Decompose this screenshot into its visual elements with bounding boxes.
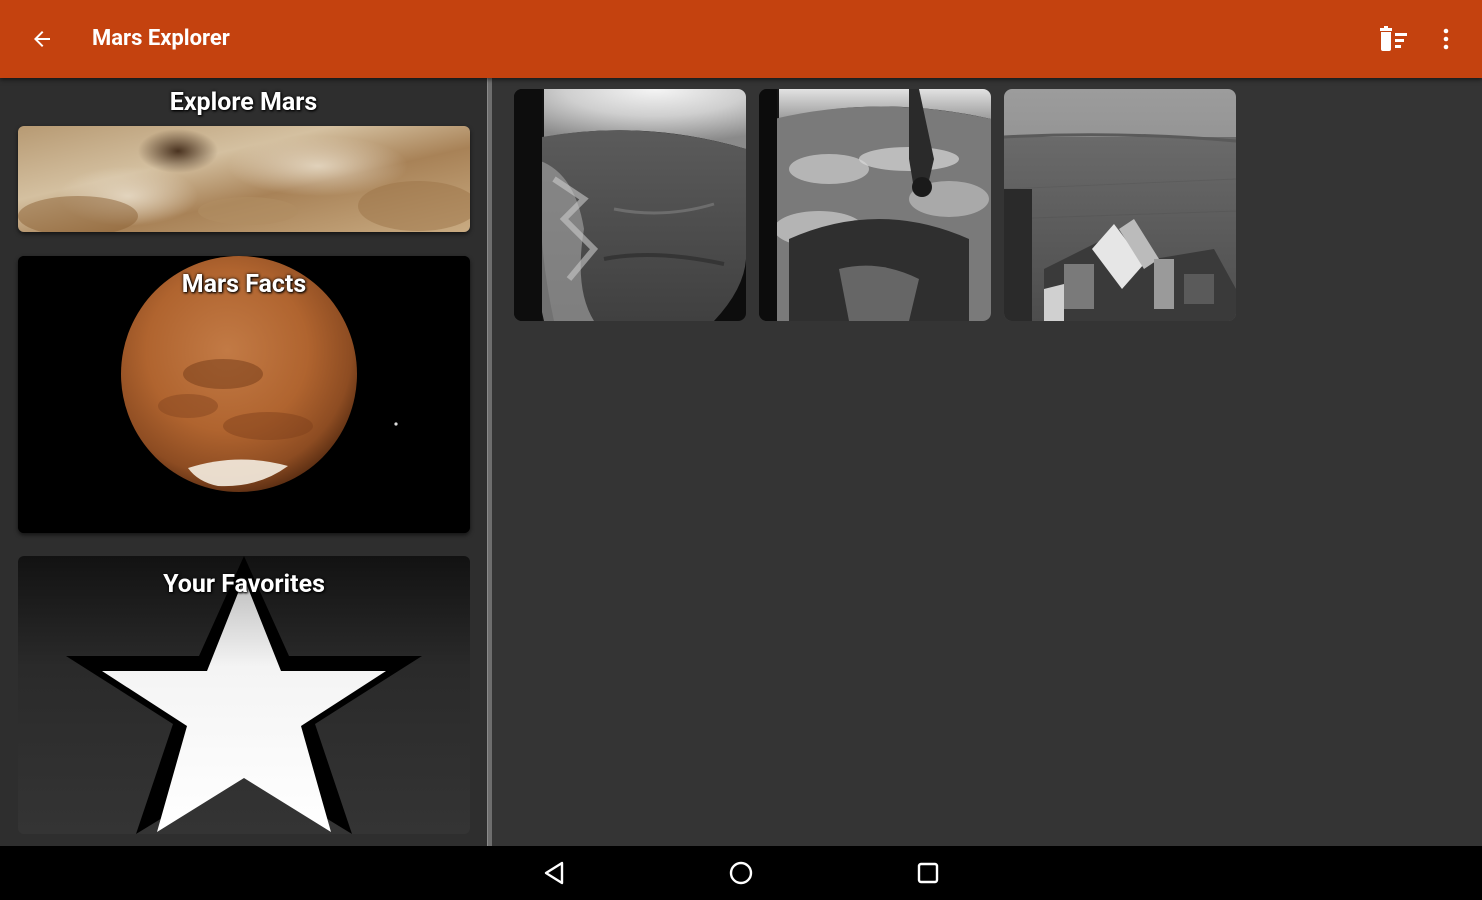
- nav-home-icon: [729, 861, 753, 885]
- delete-sweep-button[interactable]: [1370, 17, 1418, 61]
- nav-back-icon: [544, 861, 564, 885]
- back-button[interactable]: [20, 17, 64, 61]
- explore-mars-title: Explore Mars: [169, 88, 318, 117]
- explore-mars-card[interactable]: [18, 126, 470, 232]
- app-bar: Mars Explorer: [0, 0, 1482, 78]
- rover-photo-3[interactable]: [1004, 89, 1236, 321]
- nav-recents-icon: [917, 862, 939, 884]
- more-vert-icon: [1443, 28, 1449, 50]
- app-title: Mars Explorer: [92, 26, 230, 51]
- rover-photo-2-image: [759, 89, 991, 321]
- mars-facts-title: Mars Facts: [181, 270, 307, 299]
- photo-gallery: [492, 78, 1482, 846]
- your-favorites-title: Your Favorites: [163, 570, 325, 599]
- mars-facts-card[interactable]: Mars Facts: [18, 256, 470, 533]
- nav-recents-button[interactable]: [898, 851, 958, 895]
- rover-photo-2[interactable]: [759, 89, 991, 321]
- rover-photo-1[interactable]: [514, 89, 746, 321]
- overflow-menu-button[interactable]: [1424, 17, 1468, 61]
- nav-home-button[interactable]: [711, 851, 771, 895]
- arrow-back-icon: [34, 31, 50, 47]
- delete-sweep-icon: [1380, 26, 1407, 51]
- system-nav-bar: [0, 846, 1482, 900]
- your-favorites-card[interactable]: Your Favorites: [18, 556, 470, 834]
- rover-photo-1-image: [514, 89, 746, 321]
- category-sidebar: Explore Mars Mars Facts Your Favorites: [0, 78, 487, 846]
- nav-back-button[interactable]: [524, 851, 584, 895]
- mars-surface-image: [18, 126, 470, 232]
- rover-photo-3-image: [1004, 89, 1236, 321]
